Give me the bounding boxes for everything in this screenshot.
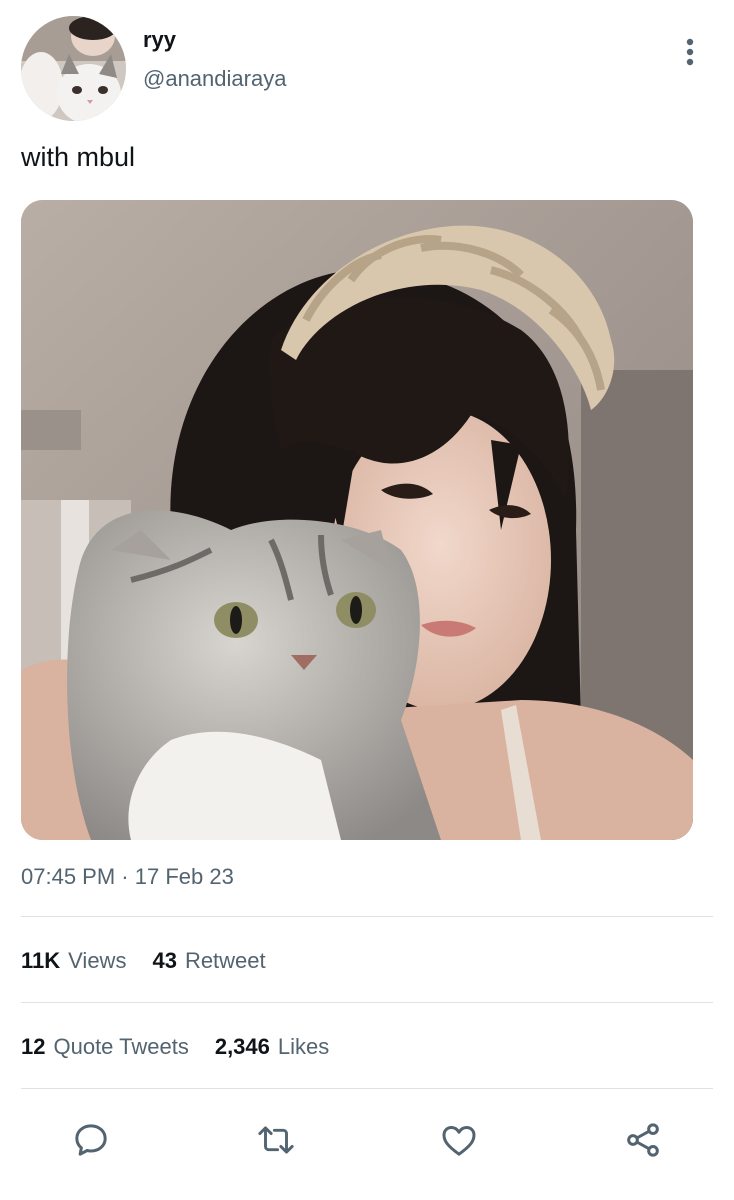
avatar[interactable] (21, 16, 126, 121)
retweets-stat[interactable]: 43 Retweet (152, 948, 265, 974)
stats-row-views-retweets: 11K Views 43 Retweet (21, 948, 266, 974)
reply-button[interactable] (63, 1112, 119, 1168)
divider (21, 916, 713, 917)
quote-label: Quote Tweets (53, 1034, 189, 1059)
heart-icon (442, 1126, 476, 1156)
timestamp-separator: · (121, 864, 129, 889)
views-count: 11K (21, 948, 61, 973)
more-options-button[interactable] (674, 34, 706, 70)
likes-stat[interactable]: 2,346 Likes (215, 1034, 329, 1060)
likes-count: 2,346 (214, 1034, 270, 1059)
views-stat[interactable]: 11K Views (21, 948, 126, 974)
divider (21, 1088, 713, 1089)
tweet-time: 07:45 PM (21, 864, 116, 889)
tweet-date: 17 Feb 23 (134, 864, 234, 889)
views-label: Views (68, 948, 127, 973)
stats-row-quotes-likes: 12 Quote Tweets 2,346 Likes (21, 1034, 329, 1060)
retweet-count: 43 (152, 948, 177, 973)
more-vertical-icon (686, 38, 694, 66)
quote-count: 12 (21, 1034, 46, 1059)
share-button[interactable] (615, 1112, 671, 1168)
photo-image (21, 200, 693, 840)
share-icon (627, 1123, 659, 1157)
tweet-photo[interactable] (21, 200, 693, 840)
retweet-label: Retweet (184, 948, 266, 973)
tweet-action-bar (0, 1112, 734, 1168)
reply-icon (75, 1124, 107, 1156)
author-handle[interactable]: @anandiaraya (143, 66, 286, 92)
tweet-timestamp: 07:45 PM · 17 Feb 23 (21, 864, 234, 890)
quote-tweets-stat[interactable]: 12 Quote Tweets (21, 1034, 189, 1060)
retweet-button[interactable] (248, 1112, 304, 1168)
tweet-text: with mbul (21, 142, 136, 172)
likes-label: Likes (277, 1034, 330, 1059)
divider (21, 1002, 713, 1003)
retweet-icon (258, 1126, 294, 1154)
like-button[interactable] (431, 1112, 487, 1168)
avatar-cat-icon (21, 16, 126, 121)
author-display-name[interactable]: ryy (143, 27, 176, 53)
